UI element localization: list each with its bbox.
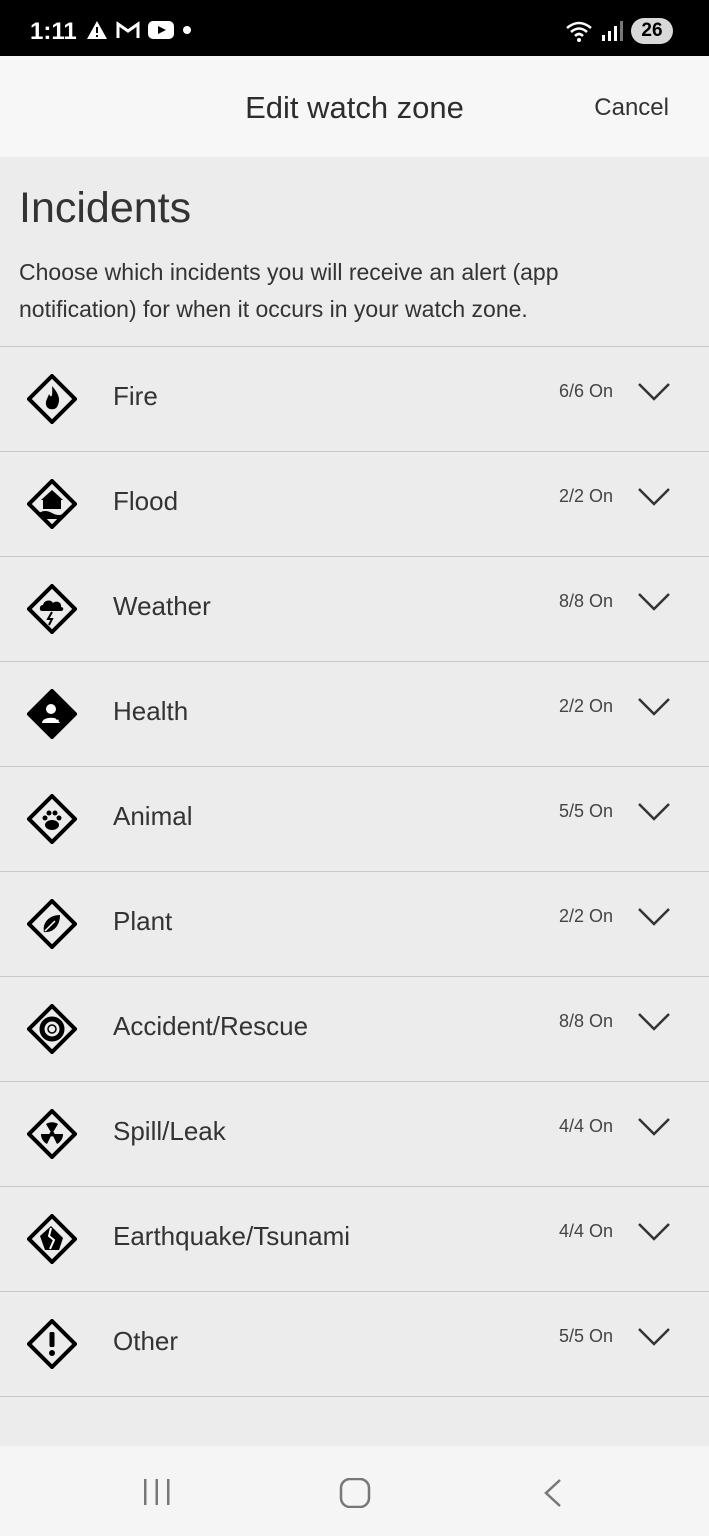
health-icon: [27, 689, 77, 739]
incident-label: Spill/Leak: [113, 1116, 226, 1146]
incident-count: 5/5 On: [558, 1326, 613, 1346]
system-nav-bar: [0, 1446, 709, 1536]
chevron-down-icon[interactable]: [637, 906, 671, 928]
incident-count: 6/6 On: [558, 381, 613, 401]
earthquake-icon: [27, 1214, 77, 1264]
chevron-down-icon[interactable]: [637, 801, 671, 823]
chevron-down-icon[interactable]: [637, 1221, 671, 1243]
incident-row-accident-rescue[interactable]: Accident/Rescue 8/8 On: [0, 977, 709, 1082]
incident-row-weather[interactable]: Weather 8/8 On: [0, 557, 709, 662]
chevron-down-icon[interactable]: [637, 381, 671, 403]
incident-label: Fire: [113, 381, 158, 411]
incident-count: 4/4 On: [558, 1221, 613, 1241]
incident-count: 5/5 On: [558, 801, 613, 821]
chevron-down-icon[interactable]: [637, 591, 671, 613]
spill-icon: [27, 1109, 77, 1159]
header: Edit watch zone Cancel: [0, 56, 709, 157]
incident-row-health[interactable]: Health 2/2 On: [0, 662, 709, 767]
incident-row-fire[interactable]: Fire 6/6 On: [0, 347, 709, 452]
incident-label: Plant: [113, 906, 173, 936]
incident-label: Flood: [113, 486, 179, 516]
chevron-down-icon[interactable]: [637, 696, 671, 718]
chevron-down-icon[interactable]: [637, 486, 671, 508]
section-title: Incidents: [19, 184, 192, 232]
battery-indicator: 26: [631, 18, 673, 44]
incident-count: 2/2 On: [558, 696, 613, 716]
rescue-icon: [27, 1004, 77, 1054]
home-icon[interactable]: [339, 1478, 371, 1508]
incident-row-flood[interactable]: Flood 2/2 On: [0, 452, 709, 557]
incident-row-earthquake-tsunami[interactable]: Earthquake/Tsunami 4/4 On: [0, 1187, 709, 1292]
chevron-down-icon[interactable]: [637, 1326, 671, 1348]
incident-label: Earthquake/Tsunami: [113, 1221, 351, 1251]
incident-row-animal[interactable]: Animal 5/5 On: [0, 767, 709, 872]
chevron-down-icon[interactable]: [637, 1011, 671, 1033]
signal-icon: [602, 21, 623, 41]
incident-row-plant[interactable]: Plant 2/2 On: [0, 872, 709, 977]
wifi-icon: [566, 21, 592, 42]
status-time: 1:11: [30, 18, 77, 45]
incident-list: Fire 6/6 On Flood 2/2 On Weather 8/8 On: [0, 346, 709, 1397]
incident-row-spill-leak[interactable]: Spill/Leak 4/4 On: [0, 1082, 709, 1187]
other-icon: [27, 1319, 77, 1369]
animal-icon: [27, 794, 77, 844]
cancel-button[interactable]: Cancel: [594, 94, 669, 122]
incident-label: Other: [113, 1326, 179, 1356]
incident-count: 4/4 On: [558, 1116, 613, 1136]
incident-count: 2/2 On: [558, 486, 613, 506]
chevron-down-icon[interactable]: [637, 1116, 671, 1138]
section-description: Choose which incidents you will receive …: [19, 259, 559, 322]
warning-icon: [87, 21, 107, 39]
incident-label: Health: [113, 696, 189, 726]
plant-icon: [27, 899, 77, 949]
fire-icon: [27, 374, 77, 424]
incident-count: 2/2 On: [558, 906, 613, 926]
youtube-icon: [148, 21, 174, 39]
incident-row-other[interactable]: Other 5/5 On: [0, 1292, 709, 1397]
back-icon[interactable]: [542, 1478, 564, 1508]
dot-icon: [183, 26, 191, 34]
status-icons-right: 26: [565, 18, 673, 44]
incident-label: Accident/Rescue: [113, 1011, 309, 1041]
incident-label: Animal: [113, 801, 193, 831]
incident-count: 8/8 On: [558, 1011, 613, 1031]
flood-icon: [27, 479, 77, 529]
gmail-icon: [116, 21, 140, 38]
weather-icon: [27, 584, 77, 634]
incident-count: 8/8 On: [558, 591, 613, 611]
status-icons-left: [86, 20, 192, 40]
incident-label: Weather: [113, 591, 211, 621]
recents-icon[interactable]: [142, 1478, 172, 1506]
status-bar: 1:11 26: [0, 0, 709, 56]
